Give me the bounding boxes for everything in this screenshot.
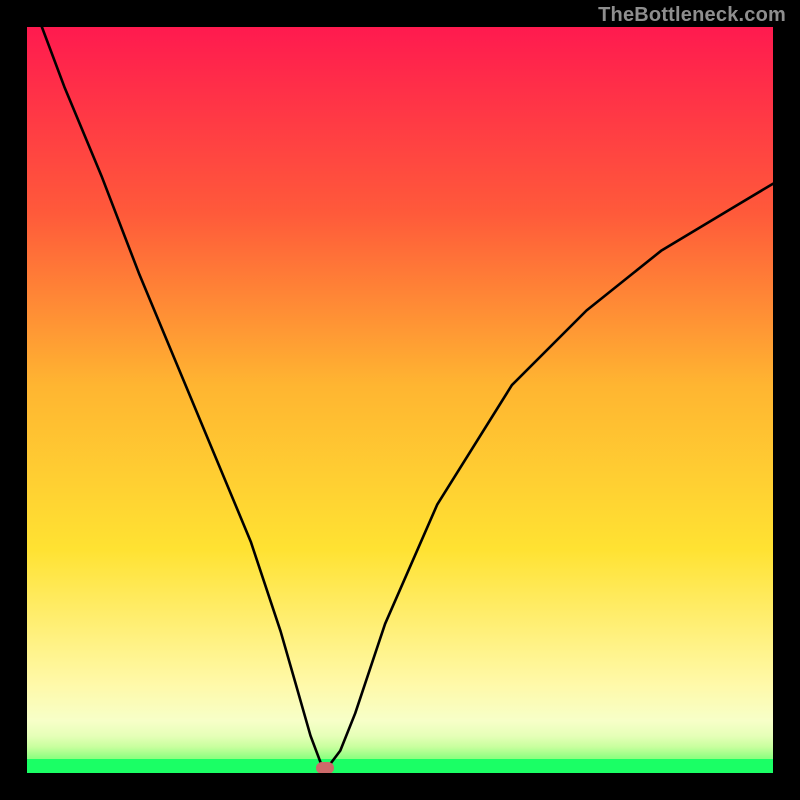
plot-area — [27, 27, 773, 773]
chart-frame: TheBottleneck.com — [0, 0, 800, 800]
attribution-label: TheBottleneck.com — [598, 4, 786, 27]
optimum-marker — [316, 762, 334, 773]
bottleneck-curve — [27, 27, 773, 773]
